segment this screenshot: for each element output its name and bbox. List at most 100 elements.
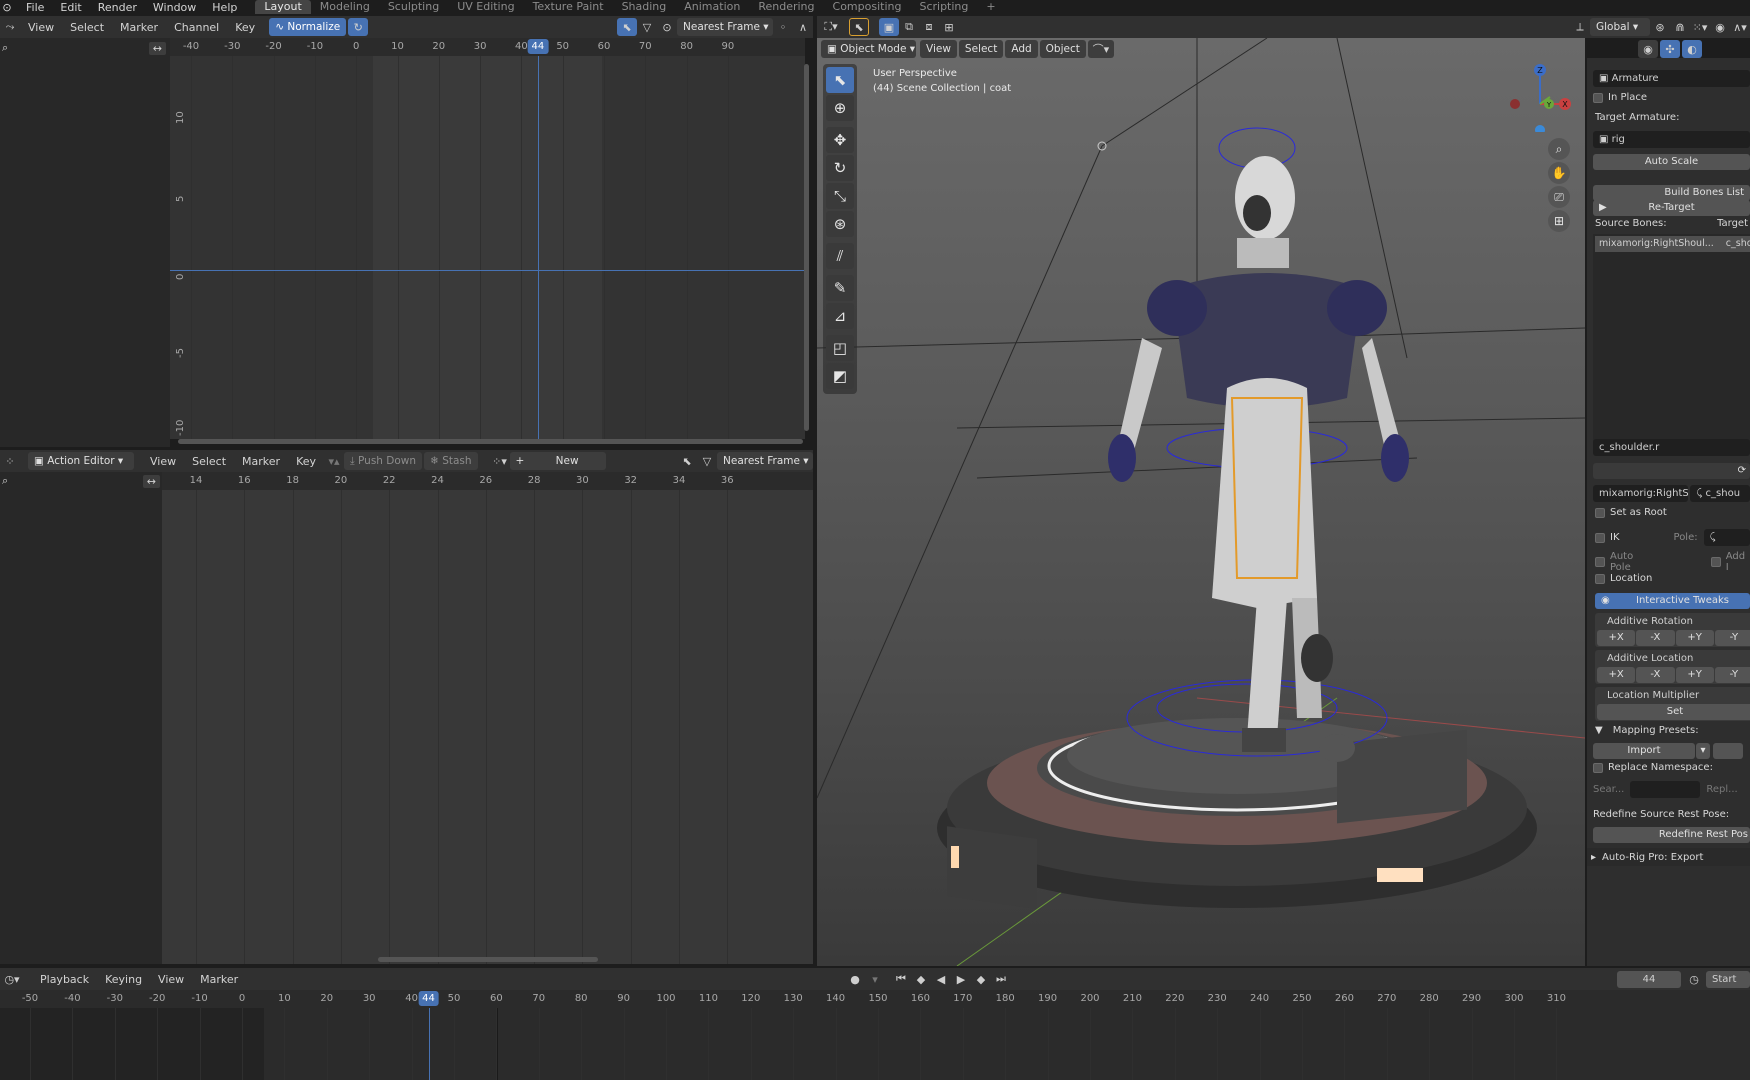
add-cube-tool-icon[interactable]: ◰ bbox=[826, 335, 854, 361]
tab-scripting[interactable]: Scripting bbox=[910, 0, 977, 14]
action-channel-search[interactable]: ⌕ ↔ bbox=[0, 472, 162, 490]
interactive-tweaks-button[interactable]: ◉ Interactive Tweaks bbox=[1595, 593, 1750, 609]
add-workspace-button[interactable]: + bbox=[977, 0, 1004, 14]
box-select-icon[interactable]: ▣ bbox=[879, 18, 899, 36]
scale-tool-icon[interactable]: ⤡ bbox=[826, 183, 854, 209]
filter-icon[interactable]: ▽ bbox=[637, 18, 657, 36]
select-box-tool-icon[interactable]: ⬉ bbox=[826, 67, 854, 93]
swap-arrow-icon[interactable]: ↔ bbox=[148, 41, 166, 55]
proportional-edit-icon[interactable]: ◉ bbox=[1710, 18, 1730, 36]
record-icon[interactable]: ● bbox=[845, 970, 865, 988]
snap-element-icon[interactable]: ⁙▾ bbox=[1690, 18, 1710, 36]
falloff-curve-icon[interactable]: ∧▾ bbox=[1730, 18, 1750, 36]
in-place-checkbox[interactable] bbox=[1593, 92, 1603, 103]
select-mode-icon[interactable]: ⬉ bbox=[849, 18, 869, 36]
graph-ruler[interactable]: -40 -30 -20 -10 0 10 20 30 40 50 60 70 80 90 44 bbox=[170, 38, 805, 56]
visibility-icon[interactable]: ◉ bbox=[1638, 40, 1658, 58]
menu-edit[interactable]: Edit bbox=[52, 1, 89, 14]
select-filter-icon[interactable]: ⬉ bbox=[617, 18, 637, 36]
action-menu-select[interactable]: Select bbox=[184, 455, 234, 468]
menu-file[interactable]: File bbox=[18, 1, 52, 14]
source-armature-field[interactable]: ▣ Armature bbox=[1593, 70, 1750, 87]
jump-end-icon[interactable]: ⏭ bbox=[991, 970, 1011, 988]
action-menu-key[interactable]: Key bbox=[288, 455, 324, 468]
namespace-replace-field[interactable]: Repl... bbox=[1706, 784, 1737, 795]
rotation-axis-button[interactable]: +X bbox=[1597, 630, 1636, 646]
gizmo-toggle-icon[interactable]: ✣ bbox=[1660, 40, 1680, 58]
graph-vscrollbar[interactable] bbox=[804, 64, 809, 431]
tab-shading[interactable]: Shading bbox=[613, 0, 676, 14]
set-button[interactable]: Set bbox=[1597, 704, 1750, 720]
mapping-source-dropdown[interactable]: mixamorig:RightS...▾ bbox=[1593, 485, 1689, 502]
pivot-point-icon[interactable]: ⊛ bbox=[1650, 18, 1670, 36]
rotation-axis-button[interactable]: +Y bbox=[1675, 630, 1714, 646]
timeline-editor-icon[interactable]: ◷▾ bbox=[0, 970, 24, 988]
auto-normalize-icon[interactable]: ↻ bbox=[348, 18, 369, 36]
timeline-ruler[interactable]: -50 -40 -30 -20 -10 0 10 20 30 40 50 60 70 80 90 100 110… bbox=[0, 990, 1750, 1008]
import-button[interactable]: Import bbox=[1593, 743, 1695, 759]
subtract-select-icon[interactable]: ⧈ bbox=[919, 18, 939, 36]
rotation-axis-button[interactable]: -X bbox=[1636, 630, 1675, 646]
play-icon[interactable]: ▶ bbox=[951, 970, 971, 988]
rotation-axis-button[interactable]: -Y bbox=[1714, 630, 1750, 646]
add-shape-tool-icon[interactable]: ◩ bbox=[826, 363, 854, 389]
cursor-tool-icon[interactable]: ⊕ bbox=[826, 95, 854, 121]
next-keyframe-icon[interactable]: ◆ bbox=[971, 970, 991, 988]
current-frame-field[interactable]: 44 bbox=[1617, 970, 1681, 988]
camera-icon[interactable]: ⎚ bbox=[1548, 186, 1570, 208]
bone-name-field[interactable]: c_shoulder.r bbox=[1593, 439, 1750, 456]
timeline-grid[interactable] bbox=[0, 1008, 1750, 1080]
refresh-button[interactable]: ⟳ bbox=[1593, 463, 1750, 479]
action-menu-marker[interactable]: Marker bbox=[234, 455, 288, 468]
graph-menu-channel[interactable]: Channel bbox=[166, 21, 227, 34]
falloff-icon[interactable]: ∧ bbox=[793, 18, 813, 36]
viewport-gizmo-mode-icon[interactable]: ⌒▾ bbox=[1087, 40, 1114, 58]
action-snap-dropdown[interactable]: Nearest Frame ▾ bbox=[717, 452, 813, 470]
measure-tool-icon[interactable]: ⊿ bbox=[826, 303, 854, 329]
retarget-button[interactable]: ▶ Re-Target bbox=[1593, 200, 1750, 216]
graph-menu-select[interactable]: Select bbox=[62, 21, 112, 34]
auto-scale-button[interactable]: Auto Scale bbox=[1593, 154, 1750, 170]
action-grid[interactable] bbox=[162, 490, 813, 964]
zoom-icon[interactable]: ⌕ bbox=[1548, 138, 1570, 160]
graph-playhead-label[interactable]: 44 bbox=[527, 39, 549, 54]
blender-logo-icon[interactable]: ⊙ bbox=[0, 1, 14, 14]
tab-compositing[interactable]: Compositing bbox=[824, 0, 911, 14]
extend-select-icon[interactable]: ⧉ bbox=[899, 18, 919, 36]
prev-keyframe-icon[interactable]: ◆ bbox=[911, 970, 931, 988]
action-scrollbar[interactable] bbox=[378, 957, 598, 962]
stash-button[interactable]: ❄ Stash bbox=[424, 452, 478, 470]
play-reverse-icon[interactable]: ◀ bbox=[931, 970, 951, 988]
location-checkbox[interactable] bbox=[1595, 573, 1605, 584]
object-mode-dropdown[interactable]: ▣ Object Mode ▾ bbox=[821, 40, 916, 58]
intersect-select-icon[interactable]: ⊞ bbox=[939, 18, 959, 36]
orientation-dropdown[interactable]: Global ▾ bbox=[1590, 18, 1650, 36]
tab-uv-editing[interactable]: UV Editing bbox=[448, 0, 523, 14]
timeline-menu-playback[interactable]: Playback bbox=[32, 973, 97, 986]
action-menu-view[interactable]: View bbox=[142, 455, 184, 468]
graph-scrollbar[interactable] bbox=[178, 439, 803, 444]
action-channel-list[interactable]: ⌕ ↔ bbox=[0, 472, 162, 964]
replace-namespace-checkbox[interactable] bbox=[1593, 762, 1603, 773]
rotate-tool-icon[interactable]: ↻ bbox=[826, 155, 854, 181]
viewport-menu-view[interactable]: View bbox=[920, 40, 957, 58]
dopesheet-icon[interactable]: ⁘ bbox=[0, 452, 20, 470]
mapping-target-field[interactable]: ⤹ c_shou bbox=[1690, 485, 1750, 502]
action-select-icon[interactable]: ⬉ bbox=[677, 452, 697, 470]
timeline-menu-keying[interactable]: Keying bbox=[97, 973, 150, 986]
channel-search[interactable]: ⌕ ↔ bbox=[0, 40, 170, 56]
location-axis-button[interactable]: +Y bbox=[1675, 667, 1714, 683]
draw-tool-icon[interactable]: ✎ bbox=[826, 275, 854, 301]
bones-list[interactable]: mixamorig:RightShoul... c_shou bbox=[1593, 234, 1750, 454]
auto-pole-checkbox[interactable] bbox=[1595, 557, 1605, 567]
new-action-button[interactable]: + New bbox=[509, 452, 606, 470]
normalize-toggle[interactable]: ∿ Normalize bbox=[269, 18, 347, 36]
navigation-gizmo[interactable]: Z X Y bbox=[1505, 62, 1575, 135]
timeline-playhead-label[interactable]: 44 bbox=[418, 991, 439, 1006]
start-frame-field[interactable]: Start bbox=[1706, 970, 1750, 988]
push-down-button[interactable]: ⤓ Push Down bbox=[344, 452, 423, 470]
tab-sculpting[interactable]: Sculpting bbox=[379, 0, 448, 14]
import-dropdown[interactable]: ▾ bbox=[1696, 743, 1710, 759]
snap-icon[interactable]: ⋒ bbox=[1670, 18, 1690, 36]
tab-layout[interactable]: Layout bbox=[255, 0, 311, 14]
